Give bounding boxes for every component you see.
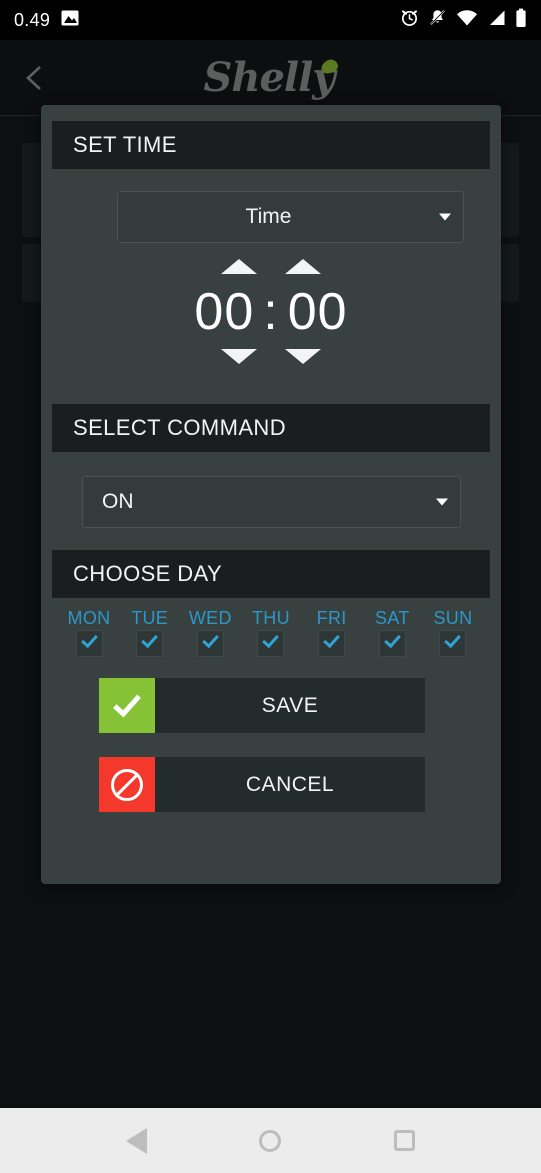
minutes-increment-button[interactable] [285,259,321,274]
check-icon [80,630,98,649]
minutes-decrement-button[interactable] [285,349,321,364]
section-title-choose-day: CHOOSE DAY [73,561,223,586]
shelly-logo: Shelly [203,53,340,101]
day-checkbox[interactable] [75,630,103,657]
status-bar-left: 0.49 [14,9,79,32]
chevron-down-icon [439,213,451,221]
nav-back-triangle-icon[interactable] [126,1127,148,1154]
day-checkbox[interactable] [378,630,406,657]
time-type-value: Time [245,205,292,228]
chevron-left-icon [26,65,41,90]
day-checkbox[interactable] [257,630,285,657]
day-checkbox[interactable] [318,630,346,657]
cancel-button[interactable]: CANCEL [99,757,425,812]
time-spinner: 00 : 00 [41,259,501,391]
check-icon [262,630,280,649]
check-icon [444,630,462,649]
nav-recents-square-icon[interactable] [393,1130,415,1151]
day-cell-wed[interactable]: WED [184,608,236,657]
day-label: SAT [374,608,410,628]
day-cell-tue[interactable]: TUE [124,608,176,657]
check-icon [323,630,340,649]
status-bar-right [400,8,527,33]
shelly-logo-text: Shelly [203,53,335,101]
time-minutes-value: 00 [287,283,348,341]
command-value: ON [102,490,134,513]
hours-decrement-button[interactable] [221,349,257,364]
nav-home-circle-icon[interactable] [259,1129,282,1152]
time-value-display: 00 : 00 [41,283,501,341]
time-increment-row [41,259,501,274]
day-cell-fri[interactable]: FRI [306,608,358,657]
day-cell-sun[interactable]: SUN [427,608,479,657]
phone-screen: 0.49 Shelly SET TIME Time 00: 00 SELECT… [0,0,541,1173]
save-button-label: SAVE [261,693,319,717]
check-icon [141,630,159,649]
check-icon [99,678,155,733]
set-time-dialog: SET TIME Time 00 : 00 SELECT COMMAND ON … [41,105,501,884]
hours-increment-button[interactable] [221,259,257,274]
time-decrement-row [41,349,501,364]
alarm-clock-icon [400,8,419,32]
command-select[interactable]: ON [82,476,461,528]
day-checkbox[interactable] [439,630,467,657]
battery-icon [515,8,527,33]
bell-muted-icon [428,8,447,32]
section-header-choose-day: CHOOSE DAY [52,550,490,598]
section-title-select-command: SELECT COMMAND [73,415,286,440]
cancel-button-label: CANCEL [245,772,335,796]
chevron-down-icon [436,498,448,506]
time-type-select[interactable]: Time [117,191,464,243]
day-label: WED [188,608,232,628]
check-icon [383,630,401,649]
day-cell-mon[interactable]: MON [63,608,115,657]
save-button[interactable]: SAVE [99,678,425,733]
no-entry-icon [99,757,155,812]
back-button[interactable] [18,61,52,95]
day-label: THU [252,608,290,628]
day-cell-sat[interactable]: SAT [366,608,418,657]
cellular-signal-icon [487,9,506,32]
check-icon [201,630,219,649]
time-hours-value: 00 [194,283,255,341]
day-cell-thu[interactable]: THU [245,608,297,657]
day-label: MON [67,608,111,628]
day-label: SUN [433,608,473,628]
day-checkbox[interactable] [196,630,224,657]
section-header-select-command: SELECT COMMAND [52,404,490,452]
day-label: TUE [131,608,169,628]
android-nav-bar [0,1108,541,1173]
time-separator: : [263,283,279,341]
section-title-set-time: SET TIME [73,132,177,157]
section-header-set-time: SET TIME [52,121,490,169]
status-clock: 0.49 [14,9,51,30]
day-label: FRI [316,608,347,628]
status-bar: 0.49 [0,0,541,40]
image-icon [61,9,79,32]
day-selector: MON TUE WED THU FRI SAT SUN [63,608,479,657]
wifi-icon [456,9,478,32]
day-checkbox[interactable] [136,630,164,657]
